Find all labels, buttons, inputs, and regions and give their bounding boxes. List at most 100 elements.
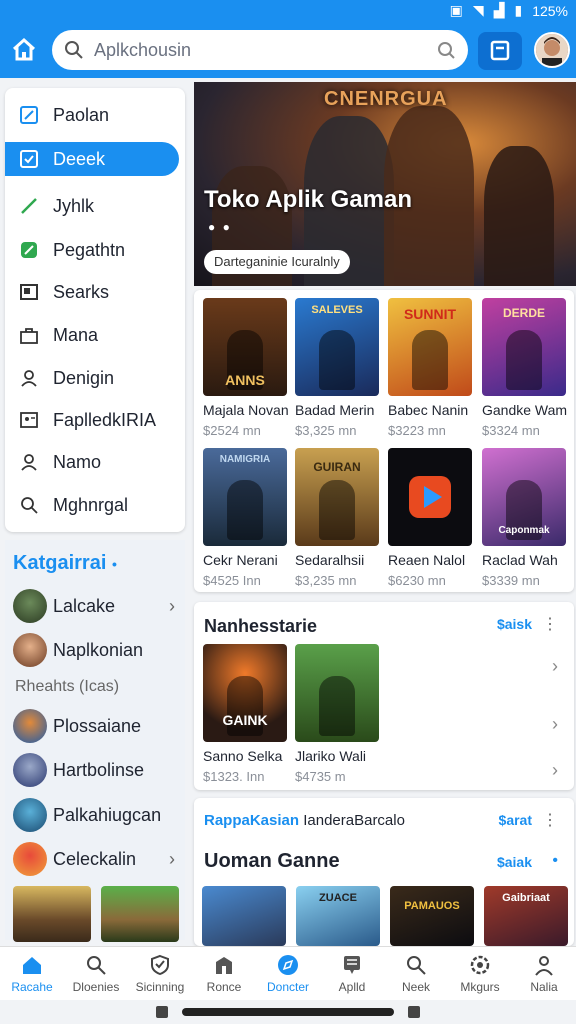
search-bar[interactable]: Aplkchousin bbox=[52, 30, 468, 70]
category-thumb[interactable] bbox=[101, 886, 179, 942]
home-button[interactable] bbox=[10, 36, 38, 64]
action-button[interactable] bbox=[478, 32, 522, 70]
game-price: $3,325 mn bbox=[295, 423, 357, 438]
sidebar-item-mghnrgal[interactable]: Mghnrgal bbox=[5, 488, 185, 522]
category-avatar bbox=[13, 753, 47, 787]
game-tile[interactable]: GAINK Sanno Selka $1323. Inn bbox=[203, 644, 287, 784]
category-label: Naplkonian bbox=[53, 639, 144, 660]
category-item[interactable]: Celeckalin › bbox=[13, 841, 185, 877]
section-link[interactable]: $aisk bbox=[497, 616, 532, 632]
category-item[interactable]: Lalcake › bbox=[13, 588, 185, 624]
category-item[interactable]: Naplkonian bbox=[13, 632, 185, 668]
chevron-right-icon[interactable]: › bbox=[552, 656, 558, 677]
recents-icon[interactable] bbox=[156, 1006, 168, 1018]
sidebar-item-denigin[interactable]: Denigin bbox=[5, 361, 185, 395]
more-icon[interactable]: ⋮ bbox=[542, 614, 558, 634]
game-tile[interactable]: ANNS Majala Novan $2524 mn bbox=[203, 298, 289, 438]
game-name: Majala Novan bbox=[203, 402, 289, 418]
home-icon bbox=[12, 37, 36, 61]
game-art: SUNNIT bbox=[388, 298, 472, 396]
sidebar-item-deeek[interactable]: Deeek bbox=[5, 142, 179, 176]
game-thumb[interactable]: Gaibriaat bbox=[484, 886, 568, 946]
bookmark-icon bbox=[490, 40, 510, 61]
game-thumb[interactable]: PAMAUOS bbox=[390, 886, 474, 946]
game-tile[interactable]: GUIRAN Sedaralhsii $3,235 mn bbox=[295, 448, 379, 588]
bottom-section-title: Uoman Ganne bbox=[204, 850, 340, 872]
more-icon[interactable]: ⋮ bbox=[542, 810, 558, 830]
section-title: Nanhesstarie bbox=[204, 616, 318, 636]
nav-label: Dloenies bbox=[72, 979, 120, 994]
chevron-right-icon[interactable]: › bbox=[552, 760, 558, 781]
nav-settings[interactable]: Mkgurs bbox=[448, 947, 512, 1000]
game-art-text: SALEVES bbox=[311, 304, 363, 316]
banner-pill[interactable]: Darteganinie Icuralnly bbox=[204, 250, 350, 274]
game-price: $3324 mn bbox=[482, 423, 540, 438]
nav-label: Ronce bbox=[206, 979, 242, 994]
game-tile[interactable]: Jlariko Wali $4735 m bbox=[295, 644, 379, 784]
chevron-right-icon: › bbox=[169, 595, 175, 616]
sidebar-item-label: FaplledkIRIA bbox=[53, 409, 157, 430]
refresh-icon[interactable] bbox=[436, 40, 456, 60]
nav-label: Neek bbox=[401, 979, 430, 994]
game-price: $3,235 mn bbox=[295, 573, 357, 588]
game-tile[interactable]: SUNNIT Babec Nanin $3223 mn bbox=[388, 298, 472, 438]
bottom-title-link[interactable]: $aiak bbox=[497, 854, 532, 870]
sidebar-item-mana[interactable]: Mana bbox=[5, 318, 185, 352]
game-thumb[interactable]: ZUACE bbox=[296, 886, 380, 946]
game-art-text: GAINK bbox=[222, 712, 268, 728]
game-art: GUIRAN bbox=[295, 448, 379, 546]
nav-label: Aplld bbox=[338, 979, 366, 994]
nav-profile[interactable]: Nalia bbox=[512, 947, 576, 1000]
sidebar-item-label: Denigin bbox=[53, 367, 115, 388]
sidebar-item-fapll[interactable]: FaplledkIRIA bbox=[5, 403, 185, 437]
game-art: SALEVES bbox=[295, 298, 379, 396]
category-item[interactable]: Palkahiugcan bbox=[13, 797, 185, 833]
user-icon bbox=[19, 368, 39, 388]
banner-logo: CNENRGUA bbox=[324, 88, 448, 110]
category-subheading: Rheahts (Icas) bbox=[15, 678, 120, 695]
nav-building[interactable]: Ronce bbox=[192, 947, 256, 1000]
nav-shield[interactable]: Sicinning bbox=[128, 947, 192, 1000]
nav-doc[interactable]: Aplld bbox=[320, 947, 384, 1000]
sidebar-item-namo[interactable]: Namo bbox=[5, 445, 185, 479]
game-thumb[interactable] bbox=[202, 886, 286, 946]
category-avatar bbox=[13, 709, 47, 743]
nav-search[interactable]: Dloenies bbox=[64, 947, 128, 1000]
game-price: $2524 mn bbox=[203, 423, 261, 438]
person-icon bbox=[19, 452, 39, 472]
app-header: Aplkchousin bbox=[0, 22, 576, 78]
categories-panel: Katgairrai • Lalcake › Naplkonian Rheaht… bbox=[5, 540, 185, 942]
nav-home[interactable]: Racahe bbox=[0, 947, 64, 1000]
compass-icon bbox=[278, 954, 298, 975]
game-tile[interactable]: DERDE Gandke Wam $3324 mn bbox=[482, 298, 567, 438]
search-icon bbox=[19, 495, 39, 515]
game-name: Sedaralhsii bbox=[295, 552, 365, 568]
sidebar-item-paolan[interactable]: Paolan bbox=[5, 98, 185, 132]
search-input[interactable]: Aplkchousin bbox=[94, 40, 191, 61]
category-item[interactable]: Plossaiane bbox=[13, 708, 185, 744]
bottom-section-header: RappaKasian IanderaBarcalo bbox=[204, 812, 405, 829]
sidebar-item-searks[interactable]: Searks bbox=[5, 275, 185, 309]
back-icon[interactable] bbox=[408, 1006, 420, 1018]
sidebar-item-jyhlk[interactable]: Jyhlk bbox=[5, 189, 185, 223]
bottom-section-link[interactable]: $arat bbox=[499, 812, 532, 828]
carousel-dots[interactable]: ● ● bbox=[208, 220, 232, 234]
category-thumb[interactable] bbox=[13, 886, 91, 942]
chevron-right-icon[interactable]: › bbox=[552, 714, 558, 735]
sidebar-item-pegathtn[interactable]: Pegathtn bbox=[5, 233, 185, 267]
hero-banner[interactable]: CNENRGUA Toko Aplik Gaman ● ● Darteganin… bbox=[194, 82, 576, 286]
status-bar: ▣ ◥ ▟ ▮ 125% bbox=[0, 0, 576, 22]
category-avatar bbox=[13, 633, 47, 667]
game-tile[interactable]: Reaen Nalol $6230 mn bbox=[388, 448, 472, 588]
game-tile[interactable]: SALEVES Badad Merin $3,325 mn bbox=[295, 298, 379, 438]
nav-search-2[interactable]: Neek bbox=[384, 947, 448, 1000]
home-indicator[interactable] bbox=[182, 1008, 394, 1016]
category-item[interactable]: Hartbolinse bbox=[13, 752, 185, 788]
game-art-text: SUNNIT bbox=[403, 306, 457, 322]
game-tile[interactable]: NAMIGRIA Cekr Nerani $4525 Inn bbox=[203, 448, 287, 588]
game-tile[interactable]: Caponmak Raclad Wah $3339 mn bbox=[482, 448, 566, 588]
nav-compass[interactable]: Doncter bbox=[256, 947, 320, 1000]
user-avatar[interactable] bbox=[534, 32, 570, 68]
game-name: Sanno Selka bbox=[203, 748, 283, 764]
game-art: ANNS bbox=[203, 298, 287, 396]
